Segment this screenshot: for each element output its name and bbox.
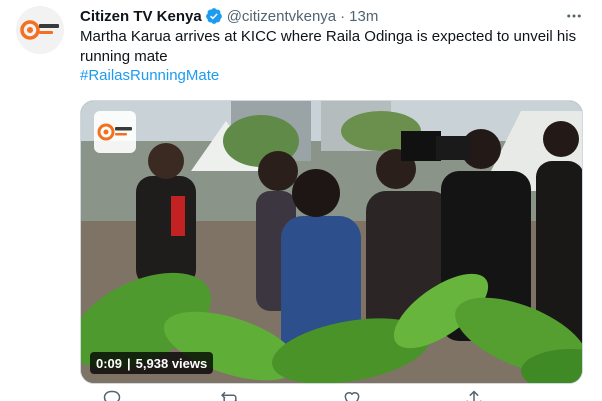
video-duration: 0:09 <box>96 355 123 371</box>
more-options-icon[interactable] <box>562 4 586 28</box>
tweet-body: Martha Karua arrives at KICC where Raila… <box>80 28 577 65</box>
video-frame <box>81 101 582 383</box>
tweet-text: Martha Karua arrives at KICC where Raila… <box>80 27 580 86</box>
verified-badge-icon <box>205 7 223 25</box>
tweet-timestamp[interactable]: 13m <box>349 8 378 25</box>
header-separator: · <box>340 7 346 25</box>
retweet-icon[interactable] <box>220 389 240 401</box>
video-player[interactable]: 0:09 | 5,938 views <box>80 100 583 384</box>
avatar[interactable] <box>16 6 64 54</box>
citizen-digital-watermark-icon <box>97 123 132 141</box>
tweet-actions-bar <box>80 389 550 401</box>
share-icon[interactable] <box>464 389 484 401</box>
like-icon[interactable] <box>342 389 362 401</box>
tweet-header: Citizen TV Kenya @citizentvkenya · 13m <box>80 6 378 26</box>
reply-icon[interactable] <box>102 389 122 401</box>
citizen-digital-logo-icon <box>16 6 64 54</box>
account-handle[interactable]: @citizentvkenya <box>227 8 336 25</box>
stats-separator: | <box>127 355 131 371</box>
tweet-card[interactable]: Citizen TV Kenya @citizentvkenya · 13m M… <box>0 0 602 401</box>
citizen-digital-watermark <box>94 111 136 153</box>
video-stats-badge: 0:09 | 5,938 views <box>90 352 214 374</box>
hashtag-link[interactable]: #RailasRunningMate <box>80 66 580 86</box>
display-name[interactable]: Citizen TV Kenya <box>80 8 202 25</box>
video-view-count: 5,938 views <box>135 355 208 371</box>
